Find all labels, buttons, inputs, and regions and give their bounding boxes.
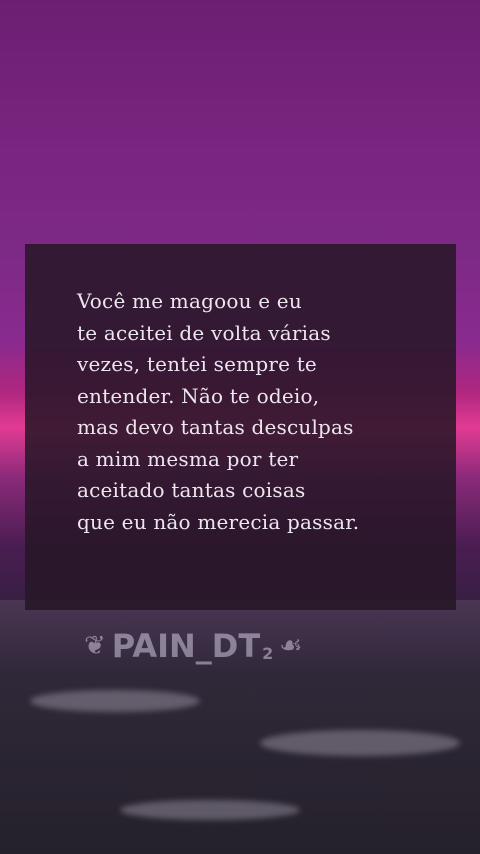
- wave-foam: [120, 800, 300, 820]
- quote-card: Você me magoou e eu te aceitei de volta …: [25, 244, 456, 610]
- quote-line: que eu não merecia passar.: [77, 509, 360, 534]
- watermark: ❦ PAIN_DT 2 ☙: [84, 626, 303, 666]
- quote-line: mas devo tantas desculpas: [77, 415, 354, 439]
- watermark-text: PAIN_DT: [111, 627, 261, 665]
- wave-foam: [260, 730, 460, 756]
- quote-line: Você me magoou e eu: [77, 289, 302, 313]
- watermark-subscript: 2: [262, 644, 274, 663]
- floral-heart-icon: ❦: [84, 631, 106, 661]
- quote-text: Você me magoou e eu te aceitei de volta …: [77, 286, 437, 538]
- wave-foam: [30, 690, 200, 712]
- quote-line: a mim mesma por ter: [77, 446, 299, 471]
- quote-line: te aceitei de volta várias: [77, 320, 331, 345]
- quote-line: vezes, tentei sempre te: [77, 352, 317, 376]
- quote-line: entender. Não te odeio,: [77, 383, 320, 408]
- sunset-background: Você me magoou e eu te aceitei de volta …: [0, 0, 480, 854]
- quote-line: aceitado tantas coisas: [77, 478, 306, 502]
- floral-ornament-icon: ☙: [279, 631, 303, 661]
